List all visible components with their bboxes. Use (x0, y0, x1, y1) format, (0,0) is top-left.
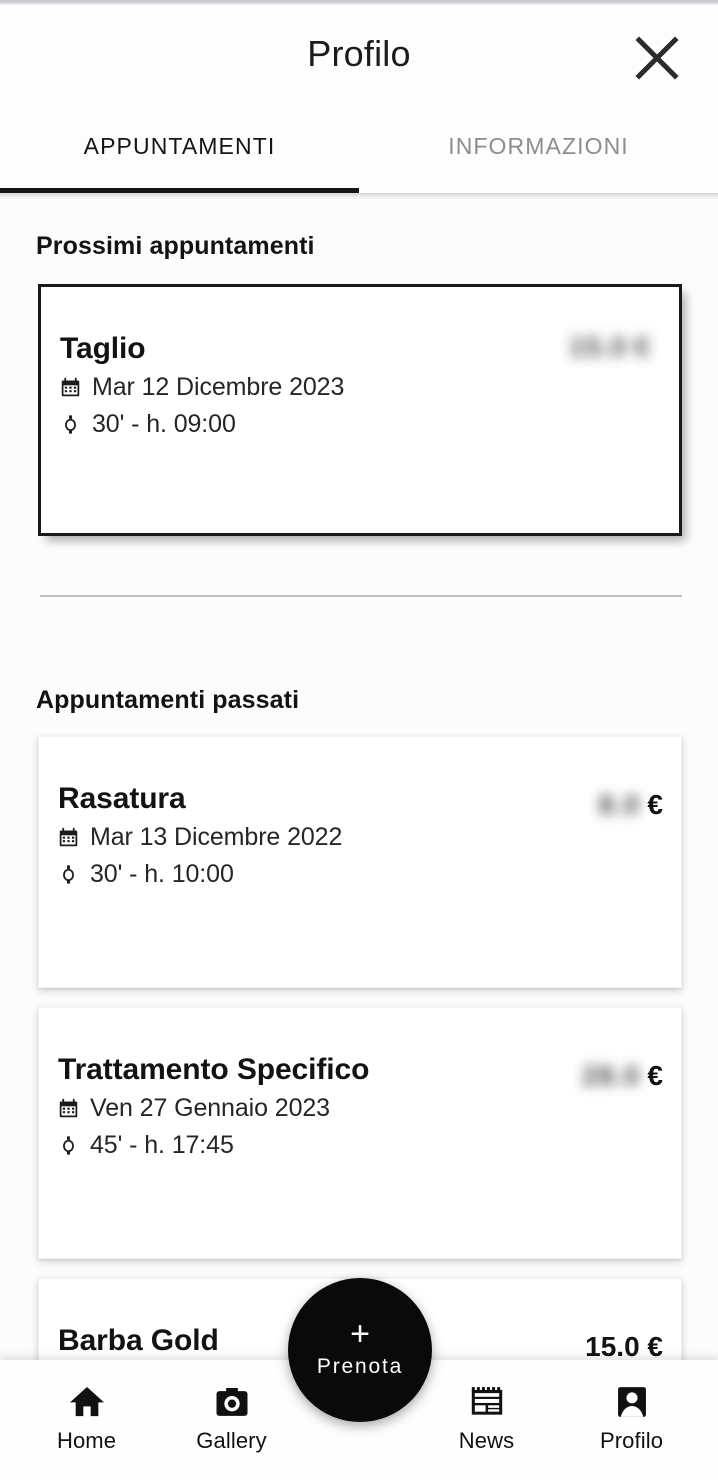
appointment-duration-time: 45' - h. 17:45 (90, 1131, 234, 1159)
nav-item-profilo[interactable]: Profilo (559, 1360, 704, 1454)
nav-label-home: Home (56, 1428, 117, 1453)
prenota-fab-label: Prenota (316, 1355, 404, 1378)
appointment-price-value: 15.0 (568, 331, 628, 362)
watch-icon (58, 1135, 88, 1156)
appointment-date: Mar 12 Dicembre 2023 (92, 373, 345, 401)
appointment-duration-time: 30' - h. 10:00 (90, 860, 234, 888)
tab-bar: APPUNTAMENTI INFORMAZIONI (0, 105, 718, 193)
appointment-date-row: Mar 13 Dicembre 2022 (58, 823, 665, 852)
appointment-price-value: 8.0 (598, 789, 641, 820)
appointment-price-currency: € (634, 331, 651, 362)
tab-informazioni[interactable]: INFORMAZIONI (359, 105, 718, 193)
close-x-icon (634, 35, 680, 81)
appointment-service-name: Rasatura (58, 782, 186, 815)
person-badge-icon (613, 1380, 651, 1424)
appointment-duration-row: 30' - h. 09:00 (60, 410, 663, 439)
appointment-date-row: Mar 12 Dicembre 2023 (60, 373, 663, 402)
newspaper-icon (468, 1380, 506, 1424)
appointment-date: Mar 13 Dicembre 2022 (90, 823, 343, 851)
section-divider (40, 595, 682, 597)
appointment-price: 8.0 € (598, 789, 663, 821)
appointment-price: 28.0 € (582, 1060, 663, 1092)
watch-icon (60, 414, 90, 435)
watch-icon (58, 864, 88, 885)
appointment-price-value: 15.0 € (585, 1331, 663, 1362)
prenota-fab-button[interactable]: + Prenota (288, 1278, 432, 1422)
past-appointment-card[interactable]: Rasatura Mar 13 Dicembre 2022 30' - h. 1… (38, 736, 682, 988)
tab-appuntamenti[interactable]: APPUNTAMENTI (0, 105, 359, 193)
tab-informazioni-label: INFORMAZIONI (448, 132, 629, 159)
upcoming-section-title: Prossimi appuntamenti (36, 232, 315, 260)
appointment-duration-time: 30' - h. 09:00 (92, 410, 236, 438)
calendar-icon (60, 377, 90, 398)
appointment-price-currency: € (647, 789, 663, 820)
nav-item-home[interactable]: Home (14, 1360, 159, 1454)
calendar-icon (58, 827, 88, 848)
plus-icon: + (350, 1315, 370, 1353)
past-appointment-card[interactable]: Trattamento Specifico Ven 27 Gennaio 202… (38, 1007, 682, 1259)
upcoming-appointment-card[interactable]: Taglio Mar 12 Dicembre 2023 30' - h. 09:… (38, 284, 682, 536)
appointment-duration-row: 30' - h. 10:00 (58, 860, 665, 889)
home-icon (67, 1380, 107, 1424)
appointment-price: 15.0 € (585, 1331, 663, 1363)
appointment-date: Ven 27 Gennaio 2023 (90, 1094, 330, 1122)
nav-label-news: News (458, 1428, 515, 1453)
nav-label-profilo: Profilo (599, 1428, 664, 1453)
appointment-price-value: 28.0 (581, 1060, 641, 1091)
nav-item-news[interactable]: News (414, 1360, 559, 1454)
header-bar: Profilo (0, 5, 718, 105)
page-title: Profilo (307, 33, 411, 74)
tab-appuntamenti-label: APPUNTAMENTI (83, 132, 276, 159)
appointment-price: 15.0 € (569, 331, 651, 363)
past-section-title: Appuntamenti passati (36, 686, 300, 714)
calendar-icon (58, 1098, 88, 1119)
appointment-price-currency: € (647, 1060, 663, 1091)
appointment-duration-row: 45' - h. 17:45 (58, 1131, 665, 1160)
nav-item-gallery[interactable]: Gallery (159, 1360, 304, 1454)
nav-label-gallery: Gallery (196, 1428, 267, 1453)
appointment-date-row: Ven 27 Gennaio 2023 (58, 1094, 665, 1123)
camera-icon (212, 1380, 252, 1424)
appointment-service-name: Trattamento Specifico (58, 1053, 370, 1086)
close-button[interactable] (626, 27, 688, 89)
